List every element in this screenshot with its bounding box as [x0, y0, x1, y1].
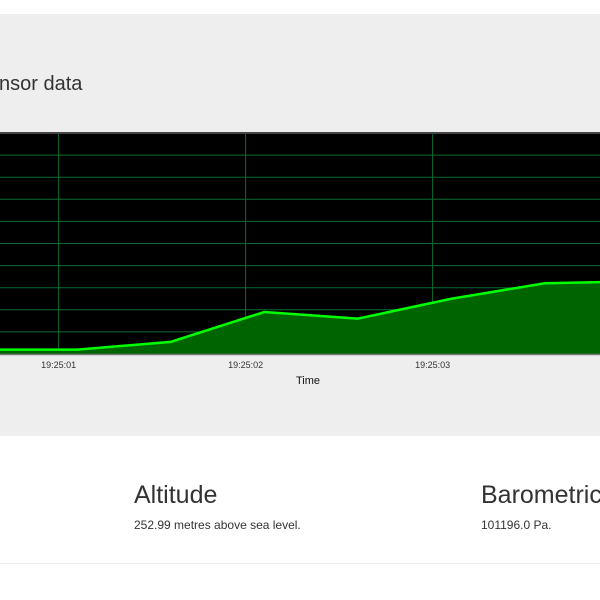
sensor-chart: 19:25:01 19:25:02 19:25:03 Time	[0, 132, 600, 387]
altitude-title: Altitude	[134, 481, 218, 509]
x-tick-label: 19:25:02	[228, 360, 263, 370]
barometric-card: Barometric 101196.0 Pa.	[481, 480, 600, 532]
altitude-value: 252.99 metres above sea level.	[134, 518, 301, 532]
altitude-card: Altitude 252.99 metres above sea level.	[134, 480, 301, 532]
barometric-value: 101196.0 Pa.	[481, 518, 552, 532]
x-axis-label: Time	[296, 375, 320, 387]
divider	[0, 563, 600, 564]
x-tick-label: 19:25:03	[415, 360, 450, 370]
barometric-title: Barometric	[481, 481, 600, 509]
x-tick-label: 19:25:01	[41, 360, 76, 370]
